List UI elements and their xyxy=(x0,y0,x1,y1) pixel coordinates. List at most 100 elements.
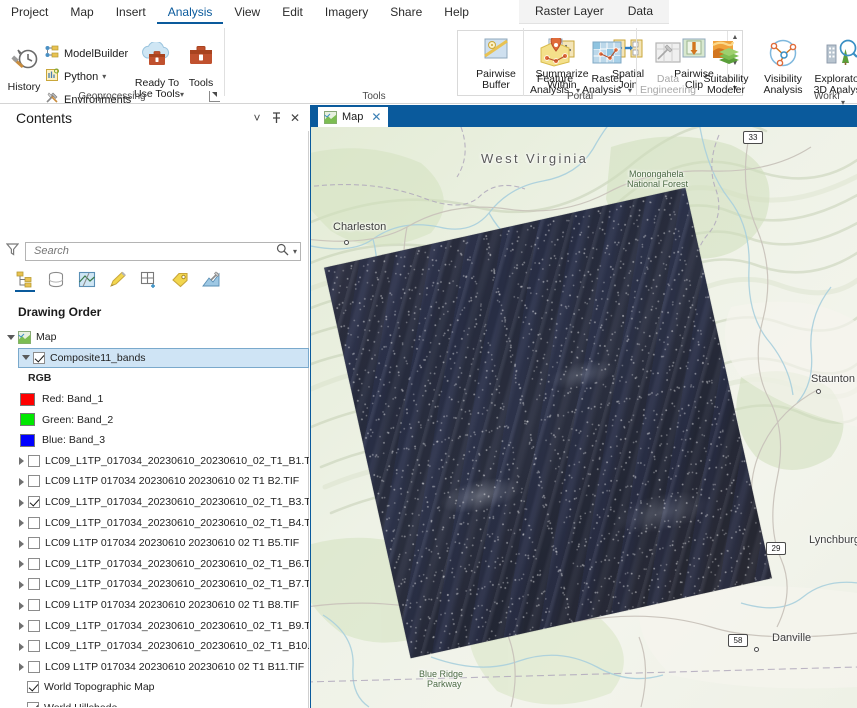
b9-visibility-checkbox[interactable] xyxy=(28,619,40,632)
visibility-analysis-button[interactable]: Visibility Analysis xyxy=(754,38,812,97)
list-by-labeling-icon[interactable] xyxy=(169,268,191,290)
list-by-selection-icon[interactable] xyxy=(76,268,98,290)
b10-visibility-checkbox[interactable] xyxy=(28,640,40,653)
menu-item-view[interactable]: View xyxy=(223,0,271,24)
search-input[interactable] xyxy=(32,244,276,258)
layer-row-b11[interactable]: LC09 L1TP 017034 20230610 20230610 02 T1… xyxy=(0,657,309,678)
suitability-modeler-button[interactable]: Suitability Modeler xyxy=(696,38,756,97)
contents-pane-title: Contents xyxy=(16,110,73,126)
map-view-tab[interactable]: Map ✕ xyxy=(318,107,389,127)
menu-item-help[interactable]: Help xyxy=(433,0,480,24)
band-row-blue: Blue: Band_3 xyxy=(0,430,309,451)
history-button[interactable]: History xyxy=(2,48,46,93)
rgb-label: RGB xyxy=(28,372,52,385)
b9-expander-icon[interactable] xyxy=(16,620,27,631)
chevron-down-icon[interactable]: ˅ xyxy=(249,110,265,126)
python-button[interactable]: Python ▾ xyxy=(45,68,106,85)
layer-row-b5[interactable]: LC09 L1TP 017034 20230610 20230610 02 T1… xyxy=(0,533,309,554)
layer-row-b3[interactable]: LC09_L1TP_017034_20230610_20230610_02_T1… xyxy=(0,492,309,513)
b2-visibility-checkbox[interactable] xyxy=(28,475,40,488)
data-engineering-button[interactable]: Data Engineering xyxy=(638,38,698,97)
map-canvas[interactable]: West Virginia Charleston Monongahela Nat… xyxy=(310,127,857,708)
b1-visibility-checkbox[interactable] xyxy=(28,454,40,467)
tree-node-map[interactable]: Map xyxy=(0,327,309,348)
filter-icon[interactable] xyxy=(5,243,20,259)
map-tab-strip: Map ✕ xyxy=(310,105,857,127)
geoprocessing-dialog-launcher[interactable] xyxy=(209,91,220,102)
world-topographic-map-visibility-checkbox[interactable] xyxy=(27,681,39,694)
b8-visibility-checkbox[interactable] xyxy=(28,599,40,612)
highway-shield-29: 29 xyxy=(766,542,786,555)
layer-row-b1[interactable]: LC09_L1TP_017034_20230610_20230610_02_T1… xyxy=(0,451,309,472)
b1-expander-icon[interactable] xyxy=(16,455,27,466)
b6-expander-icon[interactable] xyxy=(16,558,27,569)
exploratory-3d-analysis-label-1: Exploratory xyxy=(814,72,857,85)
pairwise-buffer-tool[interactable]: Pairwise Buffer xyxy=(464,37,528,92)
modelbuilder-button[interactable]: ModelBuilder xyxy=(45,45,128,62)
python-label: Python xyxy=(64,70,99,83)
layer-row-b4[interactable]: LC09_L1TP_017034_20230610_20230610_02_T1… xyxy=(0,512,309,533)
menu-item-imagery[interactable]: Imagery xyxy=(314,0,379,24)
exploratory-3d-analysis-icon xyxy=(810,38,857,72)
layer-row-b9[interactable]: LC09_L1TP_017034_20230610_20230610_02_T1… xyxy=(0,615,309,636)
layer-row-world-hillshade[interactable]: World Hillshade xyxy=(0,698,309,707)
layer-row-b6[interactable]: LC09_L1TP_017034_20230610_20230610_02_T1… xyxy=(0,554,309,575)
menu-item-project[interactable]: Project xyxy=(0,0,59,24)
b6-visibility-checkbox[interactable] xyxy=(28,557,40,570)
b5-expander-icon[interactable] xyxy=(16,538,27,549)
list-by-charts-icon[interactable] xyxy=(200,268,222,290)
layer-tree: Map Composite11_bands RGB Red: Band_1 Gr… xyxy=(0,327,309,707)
menu-item-map[interactable]: Map xyxy=(59,0,104,24)
list-by-drawing-order-icon[interactable] xyxy=(14,268,36,292)
menu-item-share[interactable]: Share xyxy=(379,0,433,24)
red-band-swatch xyxy=(20,392,35,406)
menu-item-edit[interactable]: Edit xyxy=(271,0,314,24)
tools-button[interactable]: Tools xyxy=(180,42,222,89)
raster-analysis-button[interactable]: Raster Analysis ▾ xyxy=(579,38,635,97)
b11-visibility-checkbox[interactable] xyxy=(28,660,40,673)
data-engineering-icon xyxy=(638,38,698,72)
contents-search-box[interactable]: ▾ xyxy=(25,241,301,261)
contents-pane-header: Contents ˅ ✕ xyxy=(0,105,309,131)
contextual-tab-raster-layer[interactable]: Raster Layer xyxy=(523,0,616,23)
b3-expander-icon[interactable] xyxy=(16,497,27,508)
map-expander-icon[interactable] xyxy=(6,332,17,343)
feature-analysis-button[interactable]: Feature Analysis ▾ xyxy=(527,35,583,97)
composite-expander-icon[interactable] xyxy=(21,352,32,363)
b10-expander-icon[interactable] xyxy=(16,641,27,652)
b7-expander-icon[interactable] xyxy=(16,579,27,590)
world-hillshade-visibility-checkbox[interactable] xyxy=(27,701,39,707)
list-by-snapping-icon[interactable] xyxy=(138,268,160,290)
b5-visibility-checkbox[interactable] xyxy=(28,537,40,550)
b7-visibility-checkbox[interactable] xyxy=(28,578,40,591)
b4-visibility-checkbox[interactable] xyxy=(28,516,40,529)
map-tab-close-icon[interactable]: ✕ xyxy=(371,110,381,124)
b8-expander-icon[interactable] xyxy=(16,600,27,611)
ribbon-group-label-workflows: Workf xyxy=(814,91,840,102)
layer-row-b2[interactable]: LC09 L1TP 017034 20230610 20230610 02 T1… xyxy=(0,471,309,492)
menu-item-insert[interactable]: Insert xyxy=(105,0,157,24)
layer-row-world-topographic-map[interactable]: World Topographic Map xyxy=(0,677,309,698)
composite-visibility-checkbox[interactable] xyxy=(33,351,45,364)
close-icon[interactable]: ✕ xyxy=(287,110,303,126)
search-options-caret-icon[interactable]: ▾ xyxy=(293,247,297,256)
b3-visibility-checkbox[interactable] xyxy=(28,496,40,509)
list-by-data-source-icon[interactable] xyxy=(45,268,67,290)
search-icon[interactable] xyxy=(276,243,289,259)
layer-composite11-bands[interactable]: Composite11_bands xyxy=(18,347,309,369)
b3-layer-label: LC09_L1TP_017034_20230610_20230610_02_T1… xyxy=(45,496,309,509)
layer-row-b7[interactable]: LC09_L1TP_017034_20230610_20230610_02_T1… xyxy=(0,574,309,595)
list-by-editing-icon[interactable] xyxy=(107,268,129,290)
b4-expander-icon[interactable] xyxy=(16,517,27,528)
layer-row-b10[interactable]: LC09_L1TP_017034_20230610_20230610_02_T1… xyxy=(0,636,309,657)
contents-toolbar xyxy=(0,265,309,293)
menu-item-analysis[interactable]: Analysis xyxy=(156,0,224,24)
layer-row-b8[interactable]: LC09 L1TP 017034 20230610 20230610 02 T1… xyxy=(0,595,309,616)
python-caret-icon[interactable]: ▾ xyxy=(102,72,106,81)
contextual-tab-data[interactable]: Data xyxy=(616,0,665,23)
b11-expander-icon[interactable] xyxy=(16,661,27,672)
b2-expander-icon[interactable] xyxy=(16,476,27,487)
raster-analysis-icon xyxy=(579,38,635,72)
cloud-toolbox-icon xyxy=(128,40,186,76)
pin-icon[interactable] xyxy=(268,110,284,126)
